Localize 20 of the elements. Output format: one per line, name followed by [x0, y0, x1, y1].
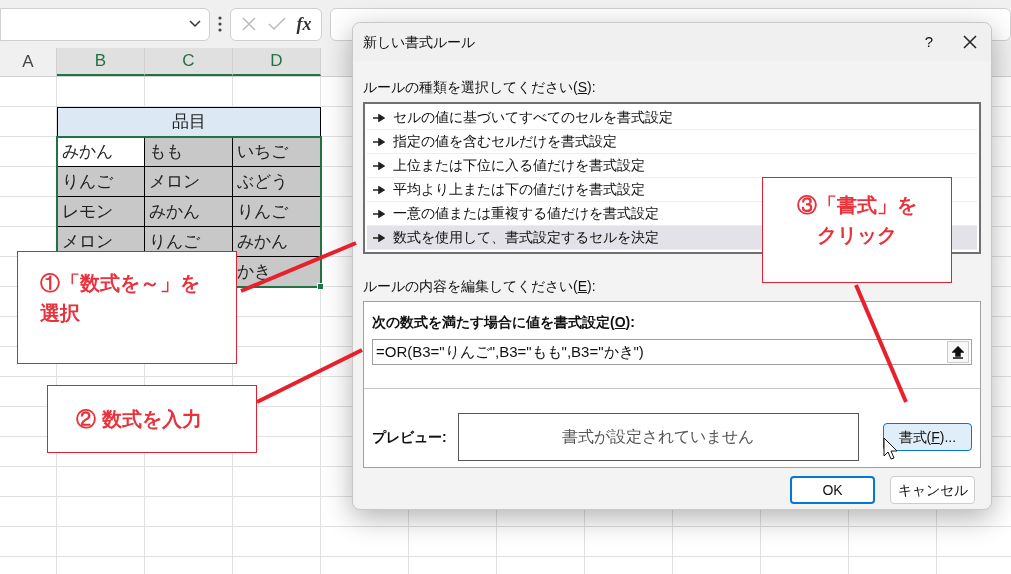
callout-tooltip: ② 数式を入力 — [47, 385, 257, 453]
table-cell: もも — [145, 137, 233, 167]
callout-tooltip: ①「数式を～」を 選択 — [17, 251, 237, 364]
section-label: ルールの種類を選択してください(S): — [363, 78, 597, 97]
table-header-cell: 品目 — [57, 107, 321, 137]
table-cell: みかん — [233, 227, 321, 257]
callout-tooltip: ③「書式」を クリック — [762, 177, 952, 283]
table-cell: りんご — [57, 167, 145, 197]
formula-label: 次の数式を満たす場合に値を書式設定(O): — [372, 313, 636, 332]
table-cell: りんご — [233, 197, 321, 227]
table-cell: ぶどう — [233, 167, 321, 197]
preview-label: プレビュー: — [372, 427, 444, 447]
table-cell: みかん — [57, 137, 145, 167]
table-cell: メロン — [145, 167, 233, 197]
section-label: ルールの内容を編集してください(E): — [363, 277, 597, 296]
table-cell: みかん — [145, 197, 233, 227]
preview-box: 書式が設定されていません — [458, 413, 859, 461]
window-title: 新しい書式ルール — [363, 32, 476, 52]
table-cell: レモン — [57, 197, 145, 227]
table-cell: いちご — [233, 137, 321, 167]
